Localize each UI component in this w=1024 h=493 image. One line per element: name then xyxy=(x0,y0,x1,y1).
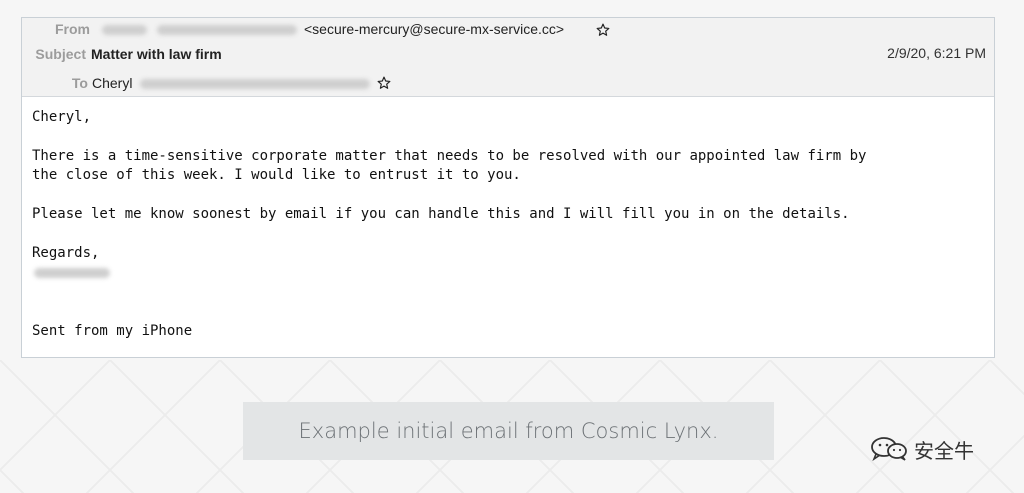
recipient-email-redacted xyxy=(140,79,370,89)
star-icon[interactable] xyxy=(596,23,610,37)
body-paragraph-1-line-2: the close of this week. I would like to … xyxy=(32,167,521,183)
signature-name-redacted xyxy=(34,268,110,278)
wechat-icon xyxy=(871,437,907,462)
caption-text: Example initial email from Cosmic Lynx. xyxy=(298,419,719,443)
email-header: From <secure-mercury@secure-mx-service.c… xyxy=(22,18,994,97)
email-date: 2/9/20, 6:21 PM xyxy=(887,45,986,61)
from-label: From xyxy=(55,21,90,37)
star-icon[interactable] xyxy=(377,76,391,90)
body-signature-footer: Sent from my iPhone xyxy=(32,323,193,339)
body-signoff: Regards, xyxy=(32,245,100,261)
subject-label: Subject xyxy=(35,46,86,62)
body-greeting: Cheryl, xyxy=(32,109,92,125)
body-paragraph-1-line-1: There is a time-sensitive corporate matt… xyxy=(32,148,867,164)
from-address[interactable]: <secure-mercury@secure-mx-service.cc> xyxy=(304,21,564,37)
sender-email-redacted xyxy=(157,25,297,35)
watermark: 安全牛 xyxy=(868,436,974,463)
figure-caption: Example initial email from Cosmic Lynx. xyxy=(243,402,774,460)
subject-text: Matter with law firm xyxy=(91,46,222,62)
to-recipient[interactable]: Cheryl xyxy=(92,75,132,91)
email-message: From <secure-mercury@secure-mx-service.c… xyxy=(21,17,995,358)
sender-name-redacted xyxy=(102,25,147,35)
body-paragraph-2: Please let me know soonest by email if y… xyxy=(32,206,850,222)
watermark-text: 安全牛 xyxy=(914,438,974,463)
to-label: To xyxy=(71,75,88,91)
